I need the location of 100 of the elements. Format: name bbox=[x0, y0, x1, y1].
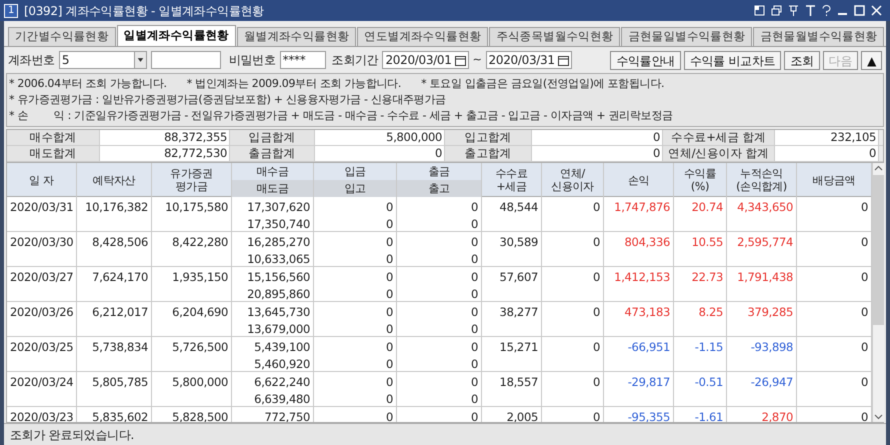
summary-value: 0 bbox=[532, 130, 663, 145]
table-cell: 5,460,920 bbox=[254, 356, 310, 373]
pnl-cell: 1,412,153 bbox=[614, 269, 670, 286]
tab[interactable]: 기간별수익률현황 bbox=[8, 27, 116, 46]
column-header: 예탁자산 bbox=[92, 174, 136, 186]
column-subheader: 입고 bbox=[314, 180, 396, 197]
table-cell: 0 bbox=[470, 269, 478, 286]
table-cell: 6,639,480 bbox=[254, 391, 310, 408]
table-cell: 2,005 bbox=[506, 409, 538, 422]
notice-text: * 유가증권평가금 : 일반유가증권평가금(증권담보포함) + 신용융자평가금 - 신용대주평가금 bbox=[9, 93, 446, 106]
summary-value: 0 bbox=[315, 146, 445, 161]
table-cell: 13,679,000 bbox=[247, 321, 310, 338]
summary-label: 수수료+세금 합계 bbox=[663, 130, 775, 145]
window-title: [0392] 계좌수익률현황 - 일별계좌수익률현황 bbox=[24, 2, 264, 20]
table-cell: 17,350,740 bbox=[247, 216, 310, 233]
account-name-field[interactable] bbox=[150, 51, 221, 69]
pnl-cell: -95,355 bbox=[628, 409, 670, 422]
cumulative-cell: 379,285 bbox=[748, 304, 793, 321]
table-cell: 0 bbox=[860, 304, 868, 321]
cumulative-cell: -26,947 bbox=[750, 374, 793, 391]
summary-value: 0 bbox=[532, 146, 663, 161]
rate-cell: -1.15 bbox=[694, 339, 723, 356]
table-cell: 0 bbox=[386, 199, 393, 216]
status-text: 조회가 완료되었습니다. bbox=[10, 426, 134, 444]
period-label: 조회기간 bbox=[332, 52, 378, 69]
maximize-icon[interactable] bbox=[854, 5, 865, 16]
toolbar-button[interactable]: 조회 bbox=[784, 50, 820, 70]
column-header: 입금 bbox=[343, 164, 367, 180]
calendar-icon[interactable] bbox=[454, 54, 466, 66]
summary-label: 매도합계 bbox=[7, 146, 100, 161]
rate-cell: 20.74 bbox=[692, 199, 723, 216]
tab[interactable]: 일별계좌수익률현황 bbox=[116, 25, 236, 46]
table-cell: 0 bbox=[386, 356, 393, 373]
table-cell: 0 bbox=[386, 251, 393, 268]
password-label: 비밀번호 bbox=[228, 52, 276, 69]
toolbar-button[interactable]: ▲ bbox=[861, 50, 882, 70]
table-cell: 0 bbox=[386, 286, 393, 303]
date-cell: 2020/03/23 bbox=[10, 409, 74, 422]
table-cell: 0 bbox=[470, 356, 478, 373]
table-cell: 0 bbox=[470, 251, 478, 268]
windows-icon[interactable] bbox=[771, 5, 782, 16]
table-cell: 10,175,580 bbox=[165, 199, 228, 216]
date-cell: 2020/03/31 bbox=[10, 199, 74, 216]
table-cell: 5,738,834 bbox=[92, 339, 148, 356]
table-cell: 5,805,785 bbox=[92, 374, 148, 391]
table-cell: 0 bbox=[592, 234, 600, 251]
table-cell: 0 bbox=[470, 374, 478, 391]
close-icon[interactable] bbox=[871, 5, 882, 16]
summary-label: 입금합계 bbox=[230, 130, 315, 145]
table-cell: 0 bbox=[470, 216, 478, 233]
caret-icon bbox=[134, 52, 146, 68]
scrollbar[interactable] bbox=[872, 163, 884, 422]
table-cell: 0 bbox=[592, 339, 600, 356]
pin-icon[interactable] bbox=[788, 5, 799, 16]
table-cell: 0 bbox=[386, 374, 393, 391]
notice-text: * 2006.04부터 조회 가능합니다. bbox=[9, 76, 167, 92]
toolbar-button[interactable]: 수익률안내 bbox=[610, 50, 681, 70]
summary-label: 출금합계 bbox=[230, 146, 315, 161]
table-cell: 0 bbox=[386, 391, 393, 408]
notice-text: * 토요일 입출금은 금요일(전영업일)에 포함됩니다. bbox=[421, 76, 664, 92]
date-cell: 2020/03/27 bbox=[10, 269, 74, 286]
rate-cell: 22.73 bbox=[692, 269, 723, 286]
tab[interactable]: 주식종목별월수익현황 bbox=[489, 27, 620, 46]
table-cell: 0 bbox=[592, 304, 600, 321]
table-cell: 7,624,170 bbox=[92, 269, 148, 286]
tab[interactable]: 월별계좌수익률현황 bbox=[236, 27, 356, 46]
pnl-cell: -66,951 bbox=[628, 339, 670, 356]
font-icon[interactable] bbox=[805, 5, 816, 16]
column-header: 일 자 bbox=[29, 174, 54, 186]
summary-label: 연체/신용이자 합계 bbox=[663, 146, 775, 161]
table-cell: 48,544 bbox=[500, 199, 538, 216]
password-field[interactable]: **** bbox=[280, 51, 326, 69]
tab[interactable]: 연도별계좌수익률현황 bbox=[357, 27, 488, 46]
toolbar-button[interactable]: 수익률 비교차트 bbox=[684, 50, 782, 70]
date-to-field[interactable]: 2020/03/31 bbox=[486, 51, 572, 69]
date-cell: 2020/03/24 bbox=[10, 374, 74, 391]
table-cell: 5,828,500 bbox=[172, 409, 228, 422]
rate-cell: -0.51 bbox=[694, 374, 723, 391]
pnl-cell: 473,183 bbox=[624, 304, 670, 321]
tab[interactable]: 금현물월별수익률현황 bbox=[753, 27, 884, 46]
notice-text: * 법인계좌는 2009.09부터 조회 가능합니다. bbox=[186, 76, 402, 92]
table-cell: 15,156,560 bbox=[247, 269, 310, 286]
table-cell: 13,645,730 bbox=[247, 304, 310, 321]
scroll-thumb[interactable] bbox=[873, 175, 884, 325]
calendar-icon[interactable] bbox=[558, 54, 569, 66]
rate-cell: 8.25 bbox=[698, 304, 723, 321]
account-select[interactable]: 5 bbox=[58, 51, 147, 69]
summary-value: 232,105 bbox=[775, 130, 879, 145]
column-header: 수수료 +세금 bbox=[495, 167, 528, 193]
date-from-field[interactable]: 2020/03/01 bbox=[382, 51, 469, 69]
tab[interactable]: 금현물일별수익률현황 bbox=[621, 27, 752, 46]
summary-label: 매수합계 bbox=[7, 130, 100, 145]
layout-icon[interactable] bbox=[754, 5, 765, 16]
rate-cell: 10.55 bbox=[692, 234, 723, 251]
help-icon[interactable] bbox=[822, 5, 831, 16]
table-cell: 0 bbox=[386, 304, 393, 321]
table-cell: 1,935,150 bbox=[172, 269, 228, 286]
table-cell: 6,622,240 bbox=[254, 374, 310, 391]
summary-value: 5,800,000 bbox=[315, 130, 445, 145]
column-header: 손익 bbox=[628, 174, 650, 186]
